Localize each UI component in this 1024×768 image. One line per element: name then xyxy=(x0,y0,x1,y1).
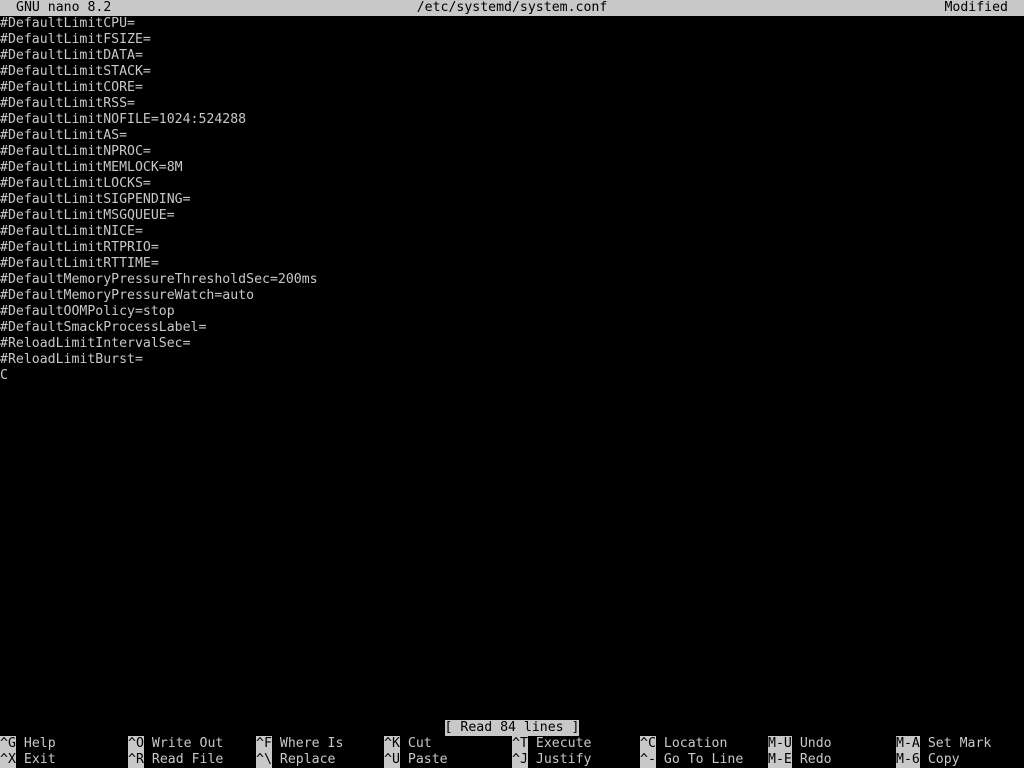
shortcut-set-mark[interactable]: M-A Set Mark xyxy=(896,736,991,752)
shortcut-key: ^O xyxy=(128,736,144,752)
shortcut-label: Write Out xyxy=(151,736,224,751)
shortcut-row-1: ^G Help ^O Write Out ^F Where Is ^K Cut ^T Ex… xyxy=(0,736,1024,752)
shortcut-label: Redo xyxy=(799,752,832,767)
shortcut-cut[interactable]: ^K Cut xyxy=(384,736,432,752)
shortcut-key: ^X xyxy=(0,752,16,768)
editor-line[interactable]: #DefaultSmackProcessLabel= xyxy=(0,320,1024,336)
editor-line[interactable]: #DefaultLimitRSS= xyxy=(0,96,1024,112)
editor-line[interactable]: #DefaultMemoryPressureWatch=auto xyxy=(0,288,1024,304)
shortcut-exit[interactable]: ^X Exit xyxy=(0,752,56,768)
editor-line[interactable]: #DefaultLimitNICE= xyxy=(0,224,1024,240)
editor-line[interactable]: #DefaultLimitSIGPENDING= xyxy=(0,192,1024,208)
editor-area[interactable]: #DefaultLimitCPU= #DefaultLimitFSIZE= #D… xyxy=(0,16,1024,384)
shortcut-help[interactable]: ^G Help xyxy=(0,736,56,752)
shortcut-replace[interactable]: ^\ Replace xyxy=(256,752,335,768)
editor-line[interactable]: #DefaultLimitAS= xyxy=(0,128,1024,144)
shortcut-key: ^\ xyxy=(256,752,272,768)
editor-line[interactable]: #DefaultLimitCPU= xyxy=(0,16,1024,32)
shortcut-label: Help xyxy=(23,736,56,751)
shortcut-label: Where Is xyxy=(279,736,344,751)
shortcut-label: Read File xyxy=(151,752,224,767)
editor-line[interactable]: #DefaultLimitNOFILE=1024:524288 xyxy=(0,112,1024,128)
editor-line[interactable]: #DefaultMemoryPressureThresholdSec=200ms xyxy=(0,272,1024,288)
shortcut-label: Copy xyxy=(927,752,960,767)
shortcut-paste[interactable]: ^U Paste xyxy=(384,752,448,768)
shortcut-label: Paste xyxy=(407,752,448,767)
shortcut-label: Execute xyxy=(535,736,592,751)
shortcut-key: ^C xyxy=(640,736,656,752)
shortcut-key: M-6 xyxy=(896,752,920,768)
editor-line[interactable]: #ReloadLimitIntervalSec= xyxy=(0,336,1024,352)
shortcut-key: ^R xyxy=(128,752,144,768)
shortcut-key: M-E xyxy=(768,752,792,768)
shortcut-key: M-A xyxy=(896,736,920,752)
editor-line[interactable]: #DefaultLimitCORE= xyxy=(0,80,1024,96)
editor-line[interactable]: #DefaultLimitMEMLOCK=8M xyxy=(0,160,1024,176)
modified-status: Modified xyxy=(944,0,1008,15)
shortcut-key: M-U xyxy=(768,736,792,752)
file-path: /etc/systemd/system.conf xyxy=(416,0,608,15)
title-bar: /etc/systemd/system.conf GNU nano 8.2 Mo… xyxy=(0,0,1024,16)
editor-line[interactable]: #DefaultLimitSTACK= xyxy=(0,64,1024,80)
shortcut-key: ^U xyxy=(384,752,400,768)
shortcut-label: Go To Line xyxy=(663,752,744,767)
shortcut-key: ^K xyxy=(384,736,400,752)
shortcut-undo[interactable]: M-U Undo xyxy=(768,736,832,752)
shortcut-key: ^- xyxy=(640,752,656,768)
status-bar: [ Read 84 lines ] xyxy=(0,720,1024,736)
editor-line[interactable]: #DefaultLimitRTPRIO= xyxy=(0,240,1024,256)
shortcut-key: ^T xyxy=(512,736,528,752)
shortcut-key: ^F xyxy=(256,736,272,752)
editor-line[interactable]: #DefaultLimitRTTIME= xyxy=(0,256,1024,272)
editor-line[interactable]: #DefaultLimitFSIZE= xyxy=(0,32,1024,48)
shortcut-label: Location xyxy=(663,736,728,751)
editor-line-cursor[interactable]: C xyxy=(0,368,1024,384)
shortcut-execute[interactable]: ^T Execute xyxy=(512,736,591,752)
shortcut-key: ^G xyxy=(0,736,16,752)
shortcut-go-to-line[interactable]: ^- Go To Line xyxy=(640,752,743,768)
shortcut-read-file[interactable]: ^R Read File xyxy=(128,752,223,768)
editor-line[interactable]: #DefaultLimitNPROC= xyxy=(0,144,1024,160)
editor-line[interactable]: #ReloadLimitBurst= xyxy=(0,352,1024,368)
shortcut-copy[interactable]: M-6 Copy xyxy=(896,752,960,768)
shortcut-write-out[interactable]: ^O Write Out xyxy=(128,736,223,752)
shortcut-label: Justify xyxy=(535,752,592,767)
shortcut-label: Set Mark xyxy=(927,736,992,751)
editor-line[interactable]: #DefaultOOMPolicy=stop xyxy=(0,304,1024,320)
shortcut-label: Undo xyxy=(799,736,832,751)
shortcut-justify[interactable]: ^J Justify xyxy=(512,752,591,768)
editor-line[interactable]: #DefaultLimitDATA= xyxy=(0,48,1024,64)
shortcut-label: Replace xyxy=(279,752,336,767)
shortcut-redo[interactable]: M-E Redo xyxy=(768,752,832,768)
editor-line[interactable]: #DefaultLimitLOCKS= xyxy=(0,176,1024,192)
status-message: [ Read 84 lines ] xyxy=(444,720,580,736)
shortcut-location[interactable]: ^C Location xyxy=(640,736,727,752)
editor-line[interactable]: #DefaultLimitMSGQUEUE= xyxy=(0,208,1024,224)
shortcut-label: Cut xyxy=(407,736,432,751)
shortcut-where-is[interactable]: ^F Where Is xyxy=(256,736,343,752)
app-name: GNU nano 8.2 xyxy=(16,0,112,15)
shortcut-row-2: ^X Exit ^R Read File ^\ Replace ^U Paste ^J J… xyxy=(0,752,1024,768)
shortcut-key: ^J xyxy=(512,752,528,768)
shortcut-label: Exit xyxy=(23,752,56,767)
